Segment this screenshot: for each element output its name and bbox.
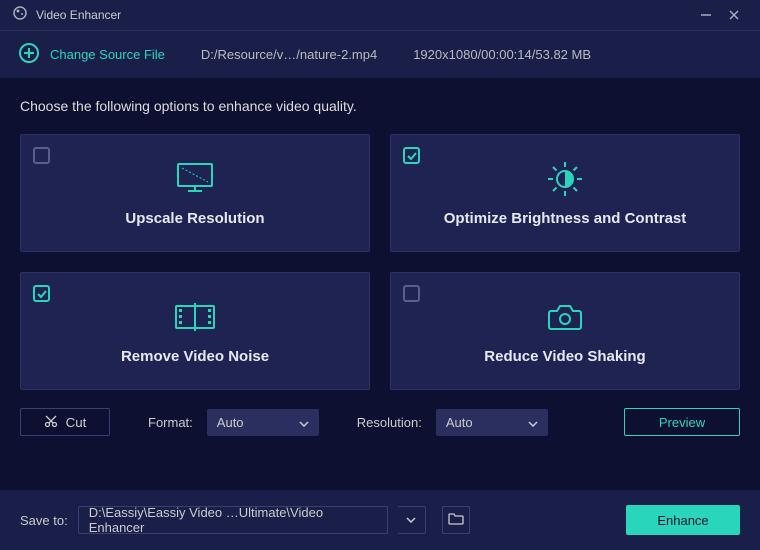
cut-label: Cut: [66, 415, 87, 430]
checkbox-brightness[interactable]: [403, 147, 420, 164]
toolbar: Change Source File D:/Resource/v…/nature…: [0, 30, 760, 78]
chevron-down-icon: [299, 415, 309, 430]
minimize-button[interactable]: [692, 1, 720, 29]
folder-icon: [448, 512, 464, 529]
card-label: Remove Video Noise: [121, 348, 269, 365]
plus-circle-icon: [18, 42, 40, 67]
save-to-label: Save to:: [20, 513, 68, 528]
titlebar-left: Video Enhancer: [12, 5, 121, 26]
resolution-select[interactable]: Auto: [436, 409, 548, 436]
card-brightness-contrast[interactable]: Optimize Brightness and Contrast: [390, 134, 740, 252]
titlebar: Video Enhancer: [0, 0, 760, 30]
filmstrip-icon: [172, 298, 218, 336]
source-meta: 1920x1080/00:00:14/53.82 MB: [413, 47, 591, 62]
format-label: Format:: [148, 415, 193, 430]
source-path: D:/Resource/v…/nature-2.mp4: [201, 47, 377, 62]
monitor-icon: [174, 160, 216, 198]
close-button[interactable]: [720, 1, 748, 29]
checkbox-shaking[interactable]: [403, 285, 420, 302]
camera-icon: [545, 298, 585, 336]
card-remove-noise[interactable]: Remove Video Noise: [20, 272, 370, 390]
resolution-value: Auto: [446, 415, 473, 430]
card-label: Optimize Brightness and Contrast: [444, 210, 687, 227]
enhance-button[interactable]: Enhance: [626, 505, 740, 535]
scissors-icon: [44, 414, 58, 431]
save-path-dropdown[interactable]: [398, 506, 426, 534]
app-icon: [12, 5, 28, 26]
open-folder-button[interactable]: [442, 506, 470, 534]
card-upscale-resolution[interactable]: Upscale Resolution: [20, 134, 370, 252]
card-label: Reduce Video Shaking: [484, 348, 645, 365]
footer: Save to: D:\Eassiy\Eassiy Video …Ultimat…: [0, 490, 760, 550]
resolution-label: Resolution:: [357, 415, 422, 430]
format-select[interactable]: Auto: [207, 409, 319, 436]
cut-button[interactable]: Cut: [20, 408, 110, 436]
controls-row: Cut Format: Auto Resolution: Auto Previe…: [20, 408, 740, 436]
sun-icon: [545, 160, 585, 198]
format-value: Auto: [217, 415, 244, 430]
checkbox-upscale[interactable]: [33, 147, 50, 164]
card-reduce-shaking[interactable]: Reduce Video Shaking: [390, 272, 740, 390]
chevron-down-icon: [528, 415, 538, 430]
titlebar-title: Video Enhancer: [36, 8, 121, 22]
save-path-field[interactable]: D:\Eassiy\Eassiy Video …Ultimate\Video E…: [78, 506, 388, 534]
change-source-label: Change Source File: [50, 47, 165, 62]
change-source-button[interactable]: Change Source File: [18, 42, 165, 67]
checkbox-noise[interactable]: [33, 285, 50, 302]
main: Choose the following options to enhance …: [0, 78, 760, 456]
option-cards: Upscale Resolution Optimize Brightness a…: [20, 134, 740, 390]
preview-button[interactable]: Preview: [624, 408, 740, 436]
instruction-text: Choose the following options to enhance …: [20, 98, 740, 114]
card-label: Upscale Resolution: [125, 210, 264, 227]
